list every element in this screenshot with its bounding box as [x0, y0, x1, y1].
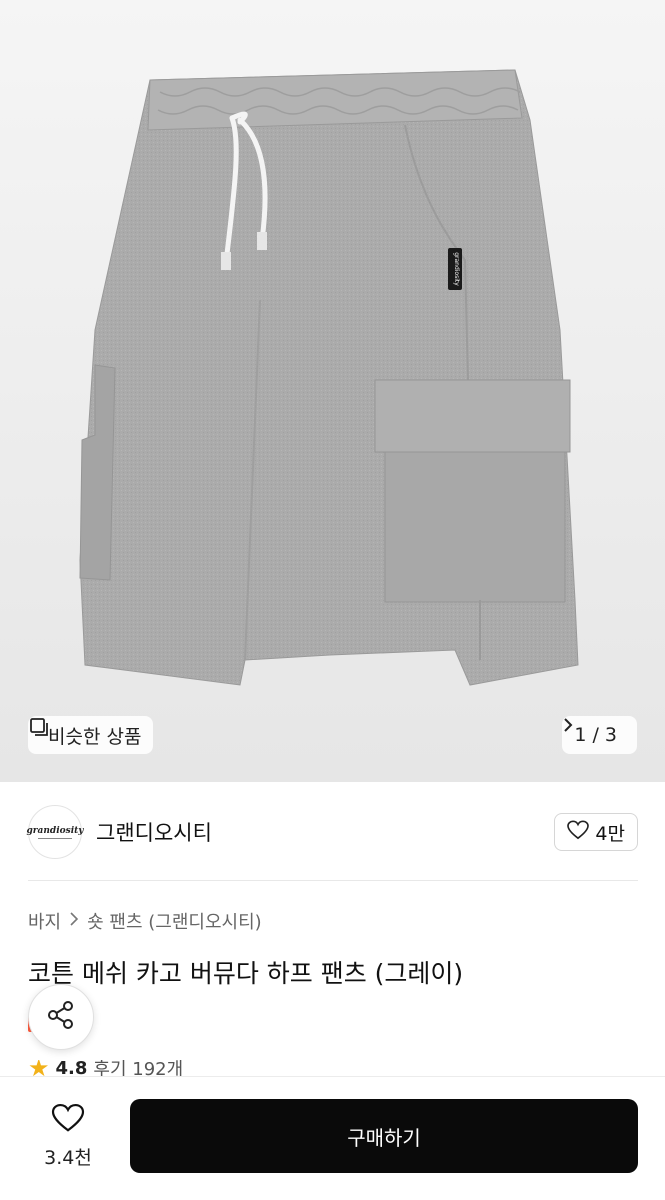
star-icon: ★ — [28, 1060, 50, 1076]
brand-like-button[interactable]: 4만 — [554, 813, 638, 851]
brand-row: grandiosity 그랜디오시티 4만 — [26, 802, 638, 862]
share-icon — [45, 999, 77, 1035]
product-title: 코튼 메쉬 카고 버뮤다 하프 팬츠 (그레이) — [28, 959, 464, 988]
brand-logo-rule — [38, 837, 72, 839]
divider — [28, 880, 638, 881]
share-button[interactable] — [28, 984, 94, 1050]
brand-logo-text: grandiosity — [26, 825, 84, 836]
breadcrumb-category[interactable]: 바지 — [28, 908, 61, 934]
heart-outline-icon — [51, 1103, 85, 1137]
brand-logo[interactable]: grandiosity — [26, 805, 84, 859]
pants-tag-text: grandiosity — [453, 252, 460, 286]
buy-button[interactable]: 구매하기 — [130, 1099, 638, 1173]
wishlist-count: 3.4천 — [44, 1147, 92, 1169]
brand-name[interactable]: 그랜디오시티 — [96, 817, 212, 847]
bottom-action-bar: 3.4천 구매하기 — [0, 1076, 665, 1200]
breadcrumb-subcategory[interactable]: 숏 팬츠 (그랜디오시티) — [87, 908, 262, 934]
review-count: 후기 192개 — [93, 1060, 184, 1076]
product-image: grandiosity — [79, 69, 579, 686]
wishlist-button[interactable]: 3.4천 — [28, 1103, 108, 1170]
rating-row[interactable]: ★ 4.8 후기 192개 — [28, 1060, 183, 1076]
chevron-right-icon — [69, 911, 79, 932]
similar-items-button[interactable]: 비슷한 상품 — [28, 716, 154, 754]
product-image-carousel[interactable]: grandiosity 비슷한 상품 1 / 3 — [0, 0, 665, 782]
rating-score: 4.8 — [55, 1060, 88, 1076]
image-counter-button[interactable]: 1 / 3 — [562, 716, 637, 754]
brand-like-count: 4만 — [595, 822, 625, 845]
similar-items-label: 비슷한 상품 — [48, 725, 142, 748]
heart-outline-icon — [567, 820, 590, 845]
breadcrumb: 바지 숏 팬츠 (그랜디오시티) — [28, 908, 262, 934]
image-counter: 1 / 3 — [574, 724, 617, 746]
